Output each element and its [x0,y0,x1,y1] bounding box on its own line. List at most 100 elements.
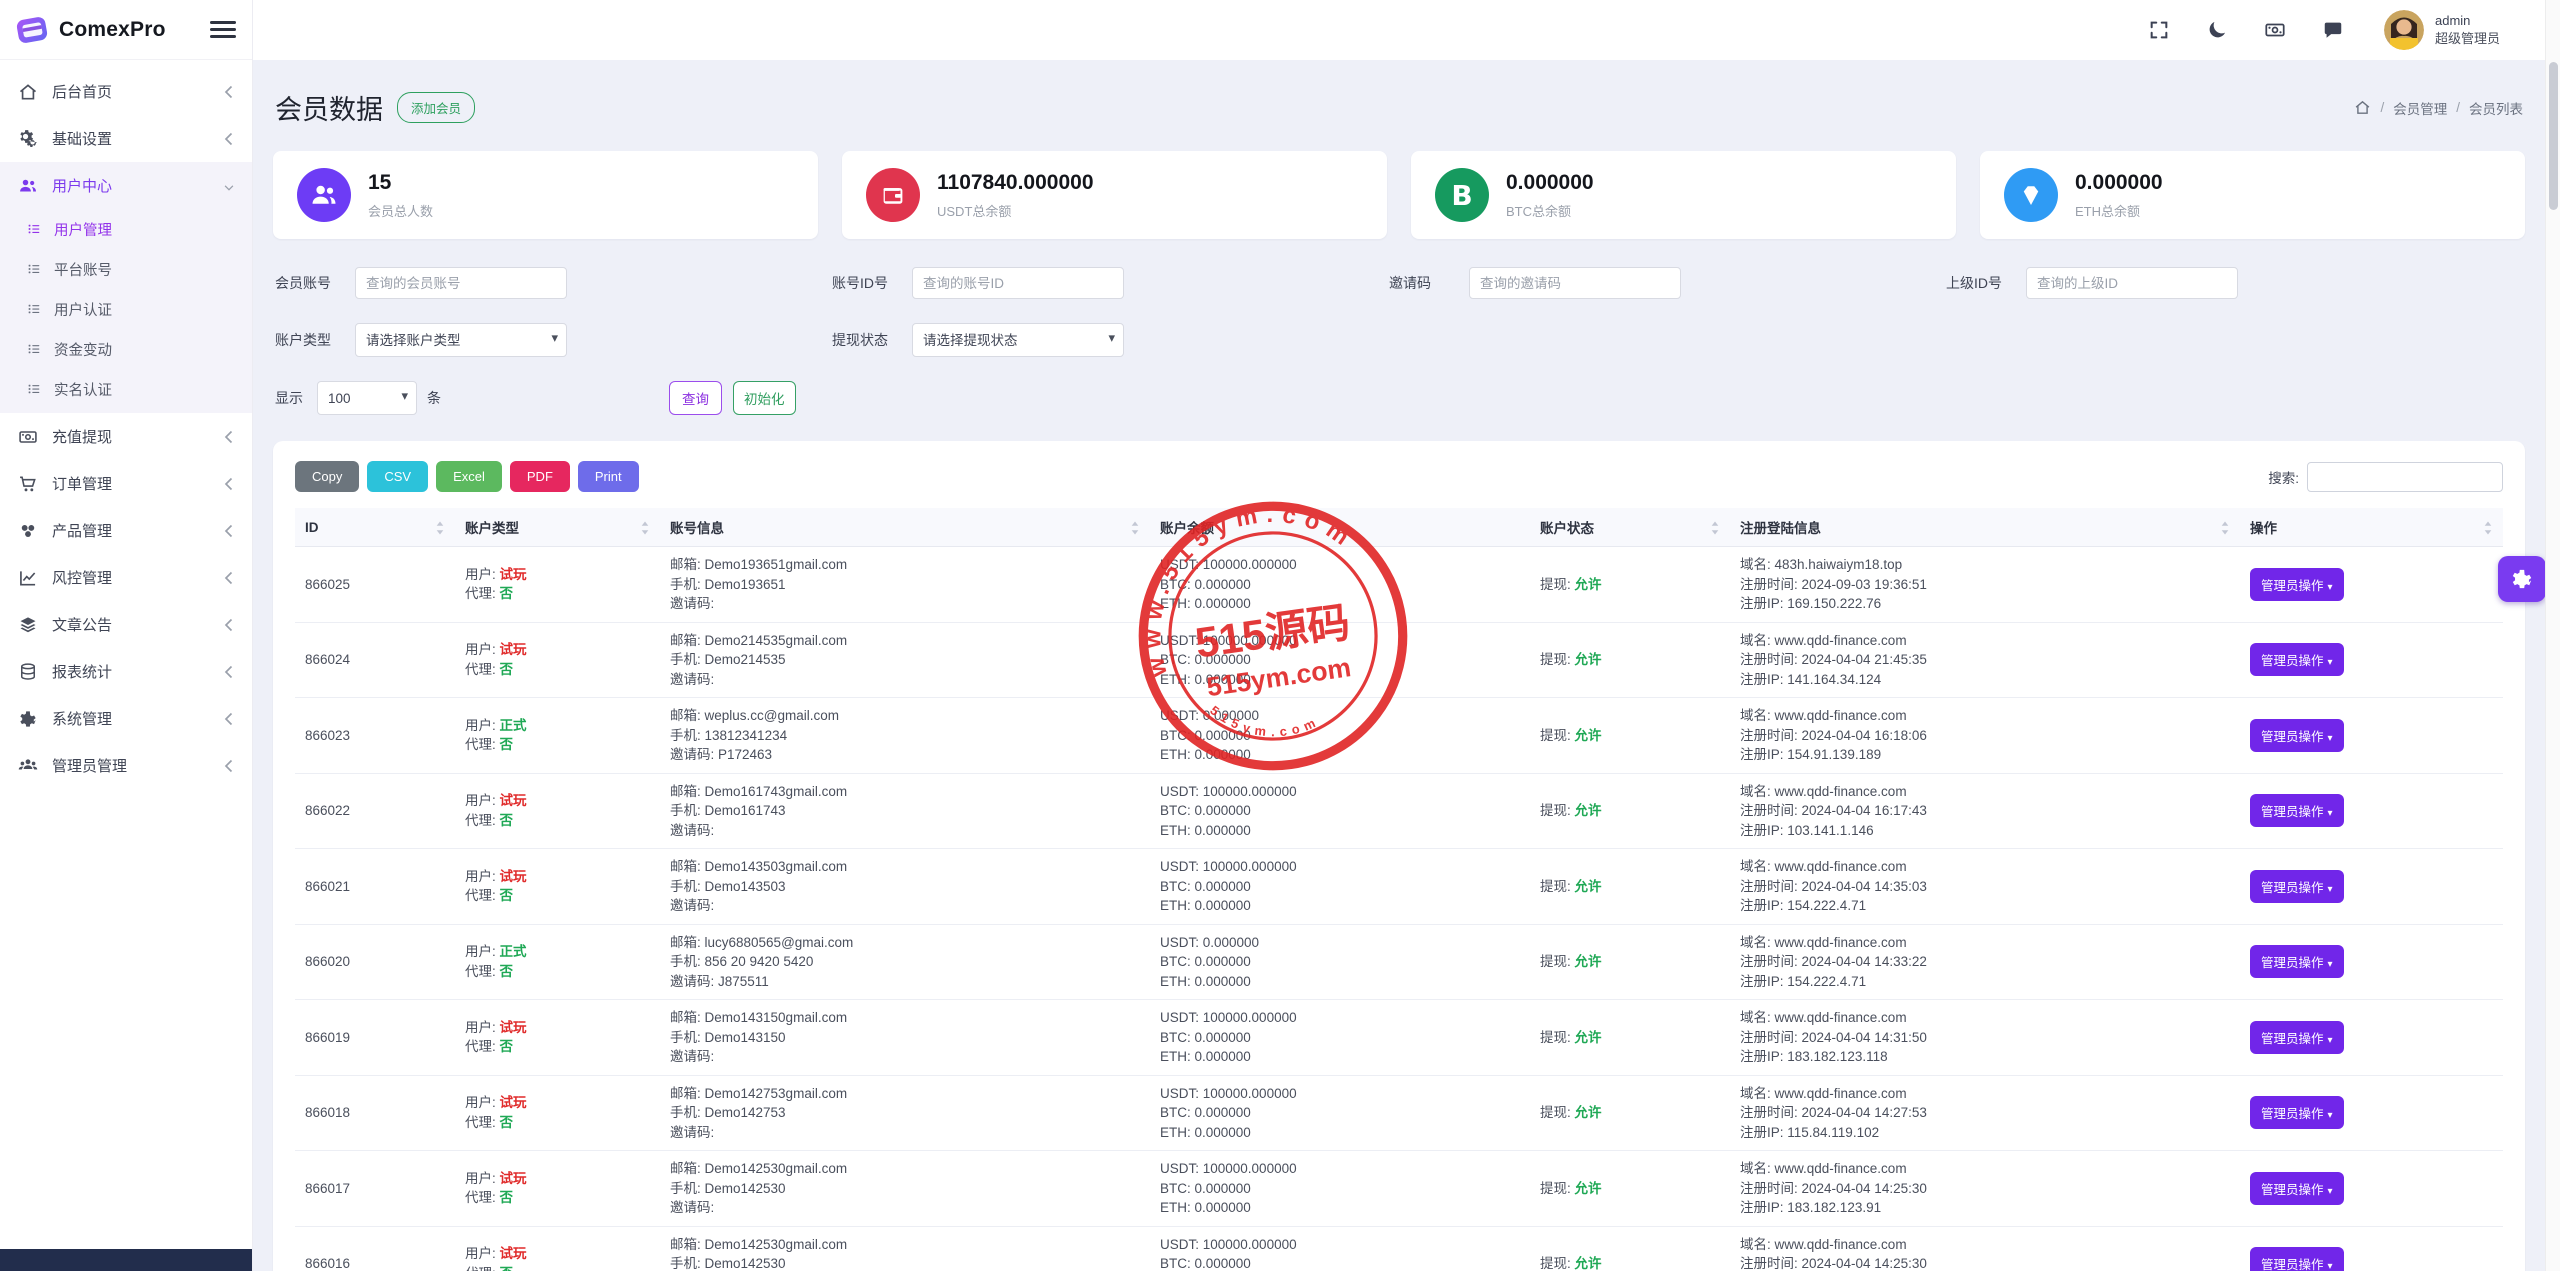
sidebar-item-label: 订单管理 [52,473,112,494]
export-pdf-button[interactable]: PDF [510,461,570,492]
filter-input-邀请码[interactable] [1469,267,1681,299]
sidebar-item-系统管理[interactable]: 系统管理 [0,695,252,742]
admin-actions-button[interactable]: 管理员操作▾ [2250,568,2344,601]
sidebar-item-充值提现[interactable]: 充值提现 [0,413,252,460]
cell-account-info: 邮箱: Demo143503gmail.com手机: Demo143503邀请码… [660,849,1150,925]
sidebar-item-产品管理[interactable]: 产品管理 [0,507,252,554]
filter-field-账户类型: 账户类型 请选择账户类型 [275,323,832,357]
cell-account-info: 邮箱: Demo142530gmail.com手机: Demo142530邀请码… [660,1226,1150,1271]
cell-balances: USDT: 100000.000000BTC: 0.000000ETH: 0.0… [1150,1226,1530,1271]
members-icon [297,168,351,222]
breadcrumb-item-member-management[interactable]: 会员管理 [2393,98,2447,118]
fullscreen-icon[interactable] [2148,19,2170,41]
chevron-down-icon [224,179,234,193]
filter-input-上级ID号[interactable] [2026,267,2238,299]
filter-input-账号ID号[interactable] [912,267,1124,299]
filter-label: 账户类型 [275,330,355,350]
admin-actions-button[interactable]: 管理员操作▾ [2250,719,2344,752]
cell-account-status: 提现: 允许 [1530,1000,1730,1076]
column-header-ID[interactable]: ID [295,508,455,547]
cell-balances: USDT: 100000.000000BTC: 0.000000ETH: 0.0… [1150,1151,1530,1227]
chat-icon[interactable] [2322,19,2344,41]
admin-actions-button[interactable]: 管理员操作▾ [2250,1096,2344,1129]
sort-icon [435,521,445,534]
sidebar-subitem-资金变动[interactable]: 资金变动 [0,329,252,369]
page-size-select[interactable]: 100 [317,381,417,415]
search-input[interactable] [2307,462,2503,492]
settings-gear-button[interactable] [2498,556,2546,602]
chevron-left-icon [224,712,234,726]
sidebar-subitem-平台账号[interactable]: 平台账号 [0,249,252,289]
cell-register-info: 域名: www.qdd-finance.com注册时间: 2024-04-04 … [1730,924,2240,1000]
table-row: 866018 用户: 试玩代理: 否 邮箱: Demo142753gmail.c… [295,1075,2503,1151]
cell-account-info: 邮箱: lucy6880565@gmai.com手机: 856 20 9420 … [660,924,1150,1000]
sidebar-item-后台首页[interactable]: 后台首页 [0,68,252,115]
user-menu[interactable]: admin 超级管理员 [2384,10,2500,50]
column-header-操作[interactable]: 操作 [2240,508,2503,547]
stat-card-会员总人数: 15 会员总人数 [273,151,818,239]
sidebar-item-用户中心[interactable]: 用户中心 [0,162,252,209]
admin-actions-button[interactable]: 管理员操作▾ [2250,1247,2344,1271]
sidebar-item-风控管理[interactable]: 风控管理 [0,554,252,601]
sidebar-item-label: 产品管理 [52,520,112,541]
filter-select-账户类型[interactable]: 请选择账户类型 [355,323,567,357]
dark-mode-moon-icon[interactable] [2206,19,2228,41]
sidebar-item-管理员管理[interactable]: 管理员管理 [0,742,252,789]
export-csv-button[interactable]: CSV [367,461,428,492]
sidebar-subitem-用户认证[interactable]: 用户认证 [0,289,252,329]
query-button[interactable]: 查询 [669,381,722,415]
sidebar-subitem-实名认证[interactable]: 实名认证 [0,369,252,409]
admin-actions-button[interactable]: 管理员操作▾ [2250,1021,2344,1054]
sidebar-item-基础设置[interactable]: 基础设置 [0,115,252,162]
export-print-button[interactable]: Print [578,461,639,492]
sidebar-subitem-label: 用户管理 [54,219,112,240]
sidebar-subitem-label: 实名认证 [54,379,112,400]
admin-actions-button[interactable]: 管理员操作▾ [2250,794,2344,827]
cell-register-info: 域名: www.qdd-finance.com注册时间: 2024-04-04 … [1730,1000,2240,1076]
cell-balances: USDT: 0.000000BTC: 0.000000ETH: 0.000000 [1150,924,1530,1000]
page-size-suffix: 条 [427,388,441,408]
sidebar-menu: 后台首页 基础设置 用户中心 用户管理 平台账号 用户认证 资金变动 实名认证 [0,60,252,1249]
cell-balances: USDT: 100000.000000BTC: 0.000000ETH: 0.0… [1150,1075,1530,1151]
column-header-label: 账户状态 [1540,517,1594,537]
sidebar-item-文章公告[interactable]: 文章公告 [0,601,252,648]
stat-label: 会员总人数 [368,201,433,220]
caret-down-icon: ▾ [2328,1035,2333,1046]
admin-actions-button[interactable]: 管理员操作▾ [2250,870,2344,903]
column-header-注册登陆信息[interactable]: 注册登陆信息 [1730,508,2240,547]
filter-label: 提现状态 [832,330,912,350]
export-copy-button[interactable]: Copy [295,461,359,492]
cell-account-status: 提现: 允许 [1530,1226,1730,1271]
cell-register-info: 域名: www.qdd-finance.com注册时间: 2024-04-04 … [1730,849,2240,925]
filter-input-会员账号[interactable] [355,267,567,299]
sidebar-subitem-用户管理[interactable]: 用户管理 [0,209,252,249]
cell-actions: 管理员操作▾ [2240,1151,2503,1227]
breadcrumb-item-member-list[interactable]: 会员列表 [2469,98,2523,118]
export-excel-button[interactable]: Excel [436,461,502,492]
hamburger-menu-icon[interactable] [210,21,236,38]
sidebar-item-订单管理[interactable]: 订单管理 [0,460,252,507]
admin-actions-button[interactable]: 管理员操作▾ [2250,945,2344,978]
filter-label: 上级ID号 [1946,273,2026,293]
btc-icon: B [1435,168,1489,222]
column-header-账号信息[interactable]: 账号信息 [660,508,1150,547]
cell-register-info: 域名: 483h.haiwaiym18.top注册时间: 2024-09-03 … [1730,547,2240,623]
filter-field-提现状态: 提现状态 请选择提现状态 [832,323,1389,357]
cell-actions: 管理员操作▾ [2240,773,2503,849]
sidebar-item-报表统计[interactable]: 报表统计 [0,648,252,695]
chevron-left-icon [224,477,234,491]
cell-register-info: 域名: www.qdd-finance.com注册时间: 2024-04-04 … [1730,1075,2240,1151]
admin-actions-button[interactable]: 管理员操作▾ [2250,1172,2344,1205]
reset-button[interactable]: 初始化 [733,381,796,415]
money-icon[interactable] [2264,19,2286,41]
admin-actions-button[interactable]: 管理员操作▾ [2250,643,2344,676]
scrollbar-thumb[interactable] [2549,62,2558,210]
column-header-账户状态[interactable]: 账户状态 [1530,508,1730,547]
filter-select-提现状态[interactable]: 请选择提现状态 [912,323,1124,357]
cell-id: 866021 [295,849,455,925]
column-header-账户余额[interactable]: 账户余额 [1150,508,1530,547]
home-icon[interactable] [2354,99,2371,116]
scrollbar-track[interactable] [2545,0,2560,1271]
column-header-账户类型[interactable]: 账户类型 [455,508,660,547]
add-member-button[interactable]: 添加会员 [397,92,475,123]
